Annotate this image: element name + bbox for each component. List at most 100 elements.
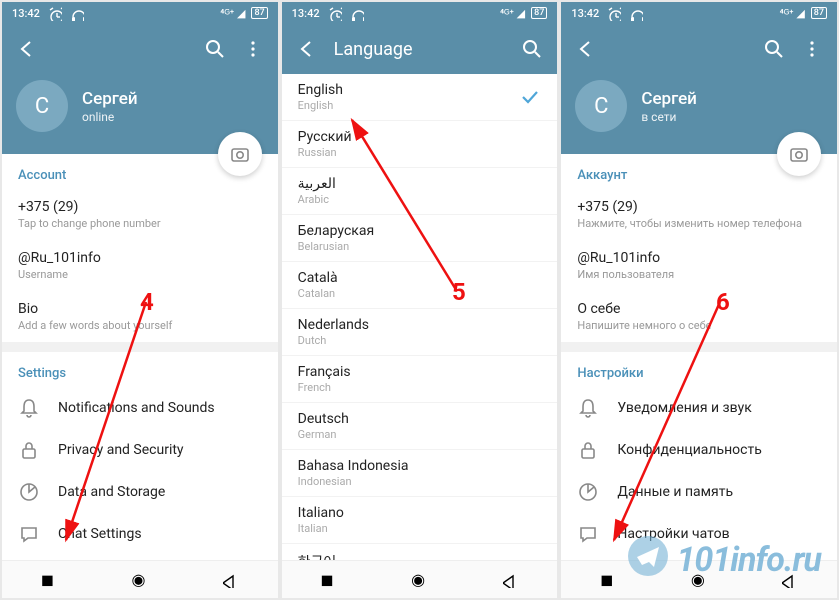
language-row[interactable]: РусскийRussian (282, 121, 558, 168)
language-row[interactable]: CatalàCatalan (282, 262, 558, 309)
nav-recent[interactable]: ◼ (41, 570, 54, 589)
phone-row[interactable]: +375 (29)Нажмите, чтобы изменить номер т… (561, 189, 837, 240)
settings-row[interactable]: Privacy and Security (2, 429, 278, 471)
status-time: 13:42 (571, 7, 599, 20)
language-row[interactable]: NederlandsDutch (282, 309, 558, 356)
language-row[interactable]: 한국어Korean (282, 544, 558, 560)
language-english: Dutch (298, 334, 542, 347)
settings-label: Chat Settings (58, 526, 262, 542)
back-button[interactable] (575, 38, 597, 60)
language-english: English (298, 99, 520, 112)
avatar[interactable]: C (16, 80, 68, 132)
pie-icon (18, 481, 40, 503)
language-row[interactable]: العربيةArabic (282, 168, 558, 215)
language-english: Russian (298, 146, 542, 159)
phone-row[interactable]: +375 (29)Tap to change phone number (2, 189, 278, 240)
search-button[interactable] (204, 38, 226, 60)
header (2, 24, 278, 74)
language-row[interactable]: Bahasa IndonesiaIndonesian (282, 450, 558, 497)
language-english: Catalan (298, 287, 542, 300)
android-navbar: ◼ ◉ (2, 560, 278, 598)
language-row[interactable]: DeutschGerman (282, 403, 558, 450)
language-native: Français (298, 364, 542, 380)
section-settings: Настройки (561, 352, 837, 387)
bio-row[interactable]: BioAdd a few words about yourself (2, 291, 278, 342)
screen-2-language-list: 13:42 ⁴ᴳ⁺ ◢ 87 Language EnglishEnglishРу… (282, 2, 558, 598)
check-icon (519, 86, 541, 108)
avatar[interactable]: C (575, 80, 627, 132)
language-english: Indonesian (298, 475, 542, 488)
settings-label: Уведомления и звук (617, 400, 821, 416)
language-native: English (298, 82, 520, 98)
pie-icon (577, 481, 599, 503)
language-english: Belarusian (298, 240, 542, 253)
language-row[interactable]: EnglishEnglish (282, 74, 558, 121)
profile-header: C Сергей в сети (561, 74, 837, 154)
camera-button[interactable] (777, 132, 821, 176)
battery-icon: 87 (531, 7, 547, 19)
language-english: German (298, 428, 542, 441)
more-button[interactable] (801, 38, 823, 60)
status-time: 13:42 (12, 7, 40, 20)
nav-home[interactable]: ◉ (691, 570, 705, 589)
nav-back[interactable] (223, 572, 239, 588)
content: Аккаунт +375 (29)Нажмите, чтобы изменить… (561, 154, 837, 560)
settings-row[interactable]: Notifications and Sounds (2, 387, 278, 429)
signal-icon: ⁴ᴳ⁺ ◢ (780, 7, 805, 20)
screen-1-settings-en: 13:42 ⁴ᴳ⁺ ◢ 87 C Сергей online Account +… (2, 2, 278, 598)
bio-row[interactable]: О себеНапишите немного о себе (561, 291, 837, 342)
settings-row[interactable]: Chat Settings (2, 513, 278, 555)
settings-label: Настройки чатов (617, 526, 821, 542)
chat-icon (18, 523, 40, 545)
camera-button[interactable] (218, 132, 262, 176)
statusbar: 13:42 ⁴ᴳ⁺ ◢ 87 (2, 2, 278, 24)
language-native: Català (298, 270, 542, 286)
language-row[interactable]: БеларускаяBelarusian (282, 215, 558, 262)
nav-home[interactable]: ◉ (411, 570, 425, 589)
nav-recent[interactable]: ◼ (600, 570, 613, 589)
username-row[interactable]: @Ru_101infoИмя пользователя (561, 240, 837, 291)
header: Language (282, 24, 558, 74)
back-button[interactable] (296, 38, 318, 60)
page-title: Language (334, 39, 506, 60)
nav-recent[interactable]: ◼ (320, 570, 333, 589)
profile-status: online (82, 110, 138, 124)
more-button[interactable] (242, 38, 264, 60)
settings-label: Данные и память (617, 484, 821, 500)
settings-row[interactable]: Настройки чатов (561, 513, 837, 555)
username-row[interactable]: @Ru_101infoUsername (2, 240, 278, 291)
signal-icon: ⁴ᴳ⁺ ◢ (220, 7, 245, 20)
profile-header: C Сергей online (2, 74, 278, 154)
headphones-icon (627, 5, 643, 21)
language-native: Nederlands (298, 317, 542, 333)
status-time: 13:42 (292, 7, 320, 20)
settings-row[interactable]: Data and Storage (2, 471, 278, 513)
nav-home[interactable]: ◉ (131, 570, 145, 589)
settings-row[interactable]: Конфиденциальность (561, 429, 837, 471)
profile-status: в сети (641, 110, 697, 124)
language-row[interactable]: ItalianoItalian (282, 497, 558, 544)
settings-label: Privacy and Security (58, 442, 262, 458)
search-button[interactable] (521, 38, 543, 60)
battery-icon: 87 (251, 7, 267, 19)
search-button[interactable] (763, 38, 785, 60)
lock-icon (18, 439, 40, 461)
settings-label: Notifications and Sounds (58, 400, 262, 416)
lock-icon (577, 439, 599, 461)
alarm-icon (605, 5, 621, 21)
language-native: العربية (298, 176, 542, 192)
statusbar: 13:42 ⁴ᴳ⁺ ◢ 87 (561, 2, 837, 24)
bell-icon (18, 397, 40, 419)
language-native: 한국어 (298, 552, 542, 560)
settings-row[interactable]: Уведомления и звук (561, 387, 837, 429)
screen-3-settings-ru: 13:42 ⁴ᴳ⁺ ◢ 87 C Сергей в сети Аккаунт +… (561, 2, 837, 598)
section-settings: Settings (2, 352, 278, 387)
nav-back[interactable] (503, 572, 519, 588)
language-english: French (298, 381, 542, 394)
language-row[interactable]: FrançaisFrench (282, 356, 558, 403)
settings-row[interactable]: Данные и память (561, 471, 837, 513)
alarm-icon (46, 5, 62, 21)
chat-icon (577, 523, 599, 545)
back-button[interactable] (16, 38, 38, 60)
nav-back[interactable] (782, 572, 798, 588)
